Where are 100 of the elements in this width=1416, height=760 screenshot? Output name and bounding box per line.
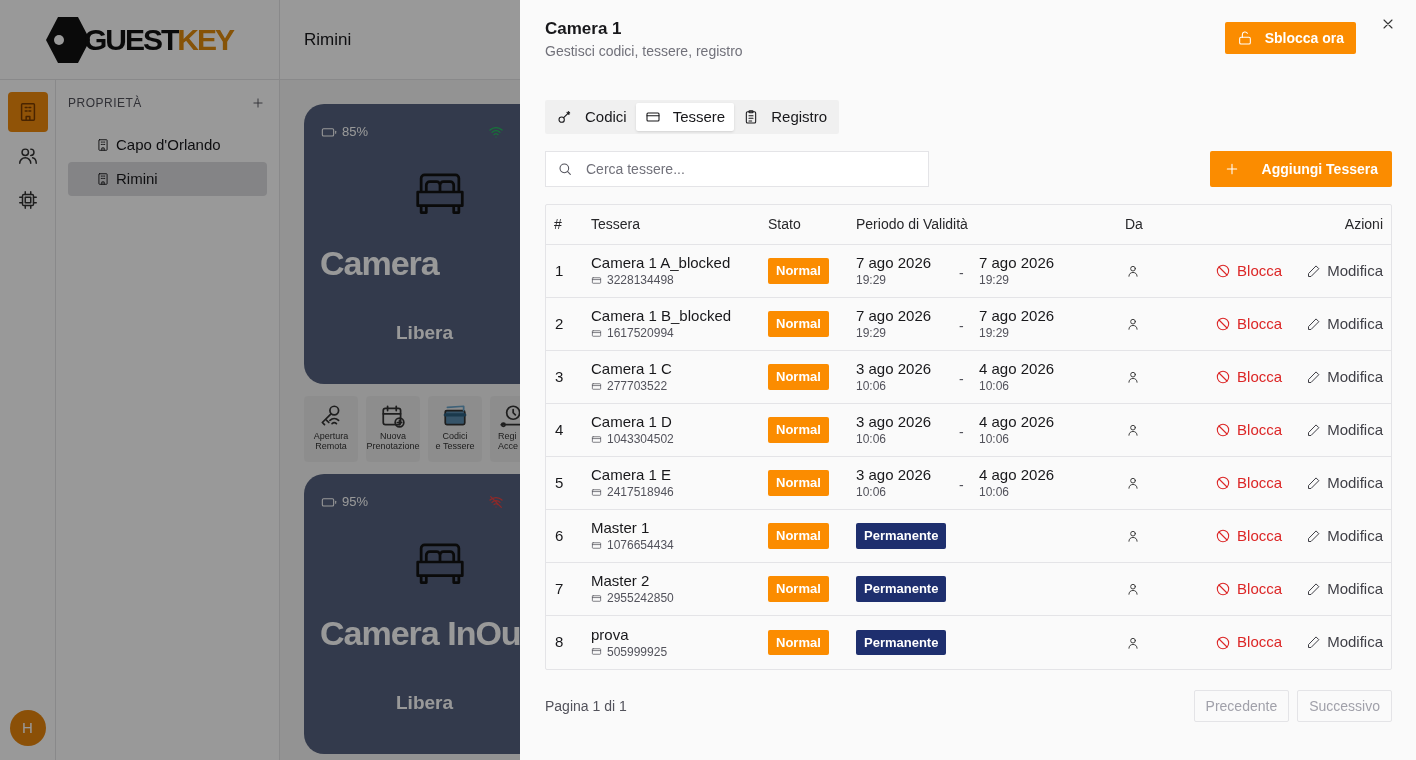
ban-icon (1215, 581, 1232, 597)
block-button[interactable]: Blocca (1215, 524, 1283, 548)
card-icon (644, 109, 661, 125)
quick-action-button[interactable]: Apertura Remota (304, 396, 358, 462)
date-separator: - (959, 475, 965, 495)
column-header: Stato (768, 215, 802, 234)
block-button[interactable]: Blocca (1215, 418, 1283, 442)
property-item[interactable]: Capo d'Orlando (68, 128, 267, 162)
block-button[interactable]: Blocca (1215, 259, 1283, 283)
block-button[interactable]: Blocca (1215, 312, 1283, 336)
row-number: 1 (554, 260, 565, 281)
room-card[interactable]: 95% Camera InOu Libera (304, 474, 520, 754)
edit-button[interactable]: Modifica (1306, 365, 1383, 389)
edit-button[interactable]: Modifica (1306, 577, 1383, 601)
edit-button[interactable]: Modifica (1306, 524, 1383, 548)
time-text: 19:29 (979, 272, 1011, 288)
user-icon (1126, 582, 1140, 596)
status-badge: Normal (768, 258, 829, 284)
time-text: 10:06 (856, 484, 888, 500)
row-number: 6 (554, 525, 565, 546)
building-icon (96, 172, 110, 186)
block-button[interactable]: Blocca (1215, 577, 1283, 601)
validity-badge: Permanente (856, 576, 947, 602)
column-header: Periodo di Validità (856, 215, 969, 234)
calendar-icon (380, 403, 406, 429)
user-icon (1126, 635, 1140, 650)
pencil-icon (1306, 581, 1322, 597)
card-name: Master 1 (591, 519, 651, 537)
edit-button[interactable]: Modifica (1306, 259, 1383, 283)
date-separator: - (959, 263, 965, 283)
status-badge: Normal (768, 629, 829, 656)
block-button[interactable]: Blocca (1215, 631, 1283, 654)
pencil-icon (1306, 475, 1322, 491)
search-field[interactable]: Cerca tessere... (545, 151, 929, 187)
date-text: 7 ago 2026 (979, 254, 1056, 272)
row-number: 5 (554, 472, 565, 493)
card-icon (591, 592, 602, 604)
date-separator: - (959, 369, 965, 389)
pencil-icon (1306, 635, 1322, 650)
cards-icon (442, 403, 468, 429)
row-number: 8 (554, 632, 565, 653)
card-icon (591, 433, 602, 445)
edit-button[interactable]: Modifica (1306, 471, 1383, 495)
building-nav-button[interactable] (7, 92, 48, 132)
user-icon (1126, 264, 1140, 278)
pencil-icon (1306, 528, 1322, 544)
card-icon (591, 380, 602, 392)
property-item[interactable]: Rimini (68, 162, 267, 196)
ban-icon (1215, 369, 1232, 385)
card-name: Master 2 (591, 572, 651, 590)
column-header: Azioni (1343, 215, 1383, 234)
ban-icon (1215, 475, 1232, 491)
pencil-icon (1306, 316, 1322, 332)
room-name: Camera InOu (320, 612, 520, 654)
date-separator: - (959, 422, 965, 442)
battery-level: 85% (342, 123, 369, 141)
ban-icon (1215, 263, 1232, 279)
quick-action-button[interactable]: Regi Acce (490, 396, 520, 462)
unlock-icon (1236, 30, 1253, 46)
quick-action-button[interactable]: Codici e Tessere (428, 396, 482, 462)
user-icon (1126, 476, 1140, 490)
card-name: Camera 1 B_blocked (591, 307, 733, 325)
column-header: Tessera (591, 215, 642, 234)
date-text: 4 ago 2026 (979, 360, 1056, 378)
quick-action-button[interactable]: Nuova Prenotazione (366, 396, 420, 462)
row-number: 4 (554, 419, 565, 440)
date-text: 7 ago 2026 (856, 307, 933, 325)
plus-icon (251, 96, 265, 110)
tab[interactable]: Registro (734, 103, 837, 131)
building-icon (96, 138, 110, 152)
time-text: 10:06 (856, 431, 888, 447)
room-name: Camera (320, 242, 439, 284)
status-badge: Normal (768, 311, 829, 337)
tab[interactable]: Codici (548, 103, 636, 131)
time-text: 19:29 (856, 325, 888, 341)
tab[interactable]: Tessere (635, 103, 735, 131)
user-icon (1126, 529, 1140, 543)
chip-icon (16, 189, 39, 211)
status-badge: Normal (768, 523, 829, 549)
date-text: 3 ago 2026 (856, 360, 933, 378)
edit-button[interactable]: Modifica (1306, 631, 1383, 654)
time-text: 10:06 (979, 431, 1011, 447)
edit-button[interactable]: Modifica (1306, 418, 1383, 442)
block-button[interactable]: Blocca (1215, 471, 1283, 495)
room-status: Libera (396, 690, 454, 715)
card-name: Camera 1 E (591, 466, 673, 484)
ban-icon (1215, 422, 1232, 438)
card-icon (591, 646, 602, 657)
battery-level: 95% (342, 493, 369, 511)
pencil-icon (1306, 422, 1322, 438)
card-name: Camera 1 A_blocked (591, 254, 732, 272)
date-text: 7 ago 2026 (856, 254, 933, 272)
section-heading: PROPRIETÀ (68, 94, 142, 112)
edit-button[interactable]: Modifica (1306, 312, 1383, 336)
room-card[interactable]: 85% Camera Libera (304, 104, 520, 384)
pencil-icon (1306, 369, 1322, 385)
card-number: 3228134498 (607, 272, 674, 288)
user-icon (1126, 423, 1140, 437)
drawer-title: Camera 1 (545, 18, 623, 40)
block-button[interactable]: Blocca (1215, 365, 1283, 389)
